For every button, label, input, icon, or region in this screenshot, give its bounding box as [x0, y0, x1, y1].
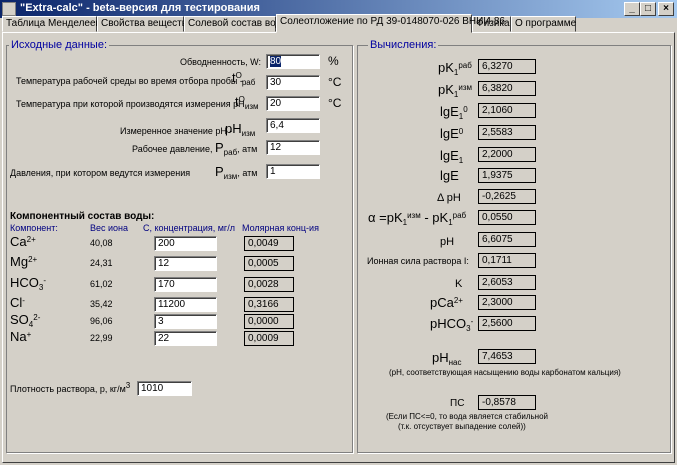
k-value: 2,6053	[478, 275, 536, 290]
header-component: Компонент:	[10, 223, 58, 233]
pk1-meas-value: 6,3820	[478, 81, 536, 96]
density-label: Плотность раствора, p, кг/м3	[10, 381, 131, 394]
lge-0-label: lgE0	[440, 126, 464, 141]
ion-weight: 61,02	[90, 279, 113, 289]
lge1-value: 2,2000	[478, 147, 536, 162]
tab-periodic-table[interactable]: Таблица Менделеева	[2, 16, 106, 32]
p-meas-input[interactable]: 1	[266, 164, 320, 179]
ion-molar-value: 0,0000	[244, 314, 294, 329]
ion-name: HCO3-	[10, 275, 47, 292]
ph-calc-label: pH	[440, 236, 455, 248]
ph-label: Измеренное значение pH -	[120, 126, 233, 136]
ion-molar-value: 0,0005	[244, 256, 294, 271]
phnas-value: 7,4653	[478, 349, 536, 364]
window-title: "Extra-calc" - beta-версия для тестирова…	[20, 2, 260, 14]
header-molar: Молярная конц-ия	[242, 223, 319, 233]
ion-molar-value: 0,0028	[244, 277, 294, 292]
ion-weight: 35,42	[90, 299, 113, 309]
dph-value: -0,2625	[478, 189, 536, 204]
ion-weight: 96,06	[90, 316, 113, 326]
header-weight: Вес иона	[90, 223, 129, 233]
lge1-0-value: 2,1060	[478, 103, 536, 118]
density-input[interactable]: 1010	[137, 381, 192, 396]
t-work-label: Температура рабочей среды во время отбор…	[16, 76, 243, 86]
dph-label: Δ pH	[437, 192, 461, 204]
watercut-label: Обводненность, W:	[180, 57, 261, 67]
pca-value: 2,3000	[478, 295, 536, 310]
p-work-symbol: Pраб, атм	[215, 140, 258, 157]
phnas-label: pHнас	[432, 350, 462, 367]
ps-label: ПС	[450, 398, 465, 409]
ion-concentration-input[interactable]: 11200	[154, 297, 217, 312]
phco3-label: pHCO3-	[430, 316, 474, 333]
pk1-work-label: pK1раб	[438, 60, 472, 77]
ion-name: SO42-	[10, 312, 41, 329]
tab-substance-properties[interactable]: Свойства вещества	[97, 16, 192, 32]
ion-weight: 40,08	[90, 238, 113, 248]
k-label: K	[455, 278, 463, 290]
ion-weight: 24,31	[90, 258, 113, 268]
ps-value: -0,8578	[478, 395, 536, 410]
t-meas-label: Температура при которой производятся изм…	[16, 99, 245, 109]
t-work-symbol: tOраб	[232, 70, 256, 87]
ion-name: Cl-	[10, 295, 25, 310]
pk1-meas-label: pK1изм	[438, 82, 472, 99]
ionic-value: 0,1711	[478, 253, 536, 268]
t-meas-unit: °C	[328, 96, 342, 110]
t-meas-symbol: tOизм	[235, 94, 259, 111]
p-work-input[interactable]: 12	[266, 140, 320, 155]
alpha-label: α =pK1изм - pK1раб	[368, 210, 467, 227]
ion-concentration-input[interactable]: 3	[154, 314, 217, 329]
calc-group-title: Вычисления:	[368, 39, 439, 51]
alpha-value: 0,0550	[478, 210, 536, 225]
t-meas-input[interactable]: 20	[266, 96, 320, 111]
tab-salt-deposition[interactable]: Солеотложение по РД 39-0148070-026 ВНИИ-…	[276, 14, 505, 33]
ion-concentration-input[interactable]: 22	[154, 331, 217, 346]
p-meas-symbol: Pизм, атм	[215, 164, 258, 181]
header-concentration: С, концентрация, мг/л	[143, 223, 235, 233]
ph-symbol: pHизм	[225, 121, 256, 138]
ph-input[interactable]: 6,4	[266, 118, 320, 133]
ionic-label: Ионная сила раствора I:	[367, 256, 469, 266]
ion-molar-value: 0,0049	[244, 236, 294, 251]
ps-note-1: (Если ПС<=0, то вода является стабильной	[386, 412, 549, 421]
p-work-label: Рабочее давление,	[132, 144, 213, 154]
ion-name: Na+	[10, 329, 32, 344]
lge1-0-label: lgE10	[440, 104, 468, 121]
p-meas-label: Давления, при котором ведутся измерения	[10, 168, 191, 178]
phco3-value: 2,5600	[478, 316, 536, 331]
t-work-unit: °C	[328, 75, 342, 89]
lge-0-value: 2,5583	[478, 125, 536, 140]
ion-concentration-input[interactable]: 12	[154, 256, 217, 271]
lge-label: lgE	[440, 168, 459, 183]
composition-title: Компонентный состав воды:	[10, 211, 155, 222]
ion-weight: 22,99	[90, 333, 113, 343]
ph-calc-value: 6,6075	[478, 232, 536, 247]
ion-name: Ca2+	[10, 234, 36, 249]
pca-label: pCa2+	[430, 295, 463, 310]
lge-value: 1,9375	[478, 168, 536, 183]
ion-name: Mg2+	[10, 254, 38, 269]
phnas-note: (pH, соответствующая насыщению воды карб…	[389, 368, 621, 377]
lge1-label: lgE1	[440, 148, 464, 165]
ps-note-2: (т.к. отсуствует выпадение солей))	[398, 422, 526, 431]
ion-molar-value: 0,0009	[244, 331, 294, 346]
tab-salt-composition[interactable]: Солевой состав воды	[184, 16, 288, 32]
tab-strip: Таблица Менделеева Свойства вещества Сол…	[2, 14, 675, 33]
watercut-input[interactable]: 80	[266, 54, 320, 69]
t-work-input[interactable]: 30	[266, 75, 320, 90]
ion-molar-value: 0,3166	[244, 297, 294, 312]
tab-about[interactable]: О программе	[511, 16, 576, 32]
ion-concentration-input[interactable]: 170	[154, 277, 217, 292]
watercut-unit: %	[328, 54, 339, 68]
ion-concentration-input[interactable]: 200	[154, 236, 217, 251]
input-group-title: Исходные данные:	[9, 39, 109, 51]
pk1-work-value: 6,3270	[478, 59, 536, 74]
